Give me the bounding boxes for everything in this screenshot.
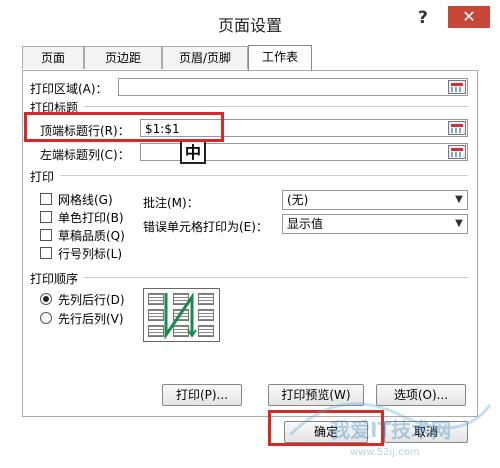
ime-indicator: 中 (180, 140, 206, 164)
print-titles-heading: 打印标题 (30, 101, 79, 115)
cell-errors-select[interactable]: 显示值 ▼ (282, 214, 468, 234)
ok-button[interactable]: 确定 (284, 421, 368, 443)
cell-errors-value: 显示值 (287, 217, 324, 231)
print-preview-button[interactable]: 打印预览(W) (268, 384, 364, 406)
tab-sheet[interactable]: 工作表 (248, 45, 312, 70)
monochrome-checkbox[interactable] (40, 211, 52, 223)
print-heading: 打印 (30, 170, 55, 184)
over-then-down-label: 先行后列(V) (58, 312, 124, 326)
draft-quality-checkbox[interactable] (40, 229, 52, 241)
print-area-picker-icon[interactable] (448, 80, 466, 94)
page-order-preview-icon (143, 288, 220, 342)
down-then-over-radio[interactable] (40, 293, 52, 305)
tab-page[interactable]: 页面 (22, 46, 84, 69)
left-cols-label: 左端标题列(C)： (40, 148, 130, 162)
divider (84, 106, 468, 107)
row-col-headings-checkbox[interactable] (40, 247, 52, 259)
draft-quality-label: 草稿品质(Q) (58, 229, 125, 243)
left-cols-picker-icon[interactable] (448, 145, 466, 159)
close-button[interactable]: ✕ (448, 6, 490, 28)
comments-label: 批注(M)： (143, 196, 199, 210)
comments-select[interactable]: (无) ▼ (282, 190, 468, 210)
monochrome-label: 单色打印(B) (58, 211, 124, 225)
page-setup-dialog: 页面设置 ? ✕ 页面 页边距 页眉/页脚 工作表 打印区域(A)： 打印标题 … (0, 0, 500, 466)
row-col-headings-label: 行号列标(L) (58, 247, 123, 261)
top-rows-label: 顶端标题行(R)： (40, 124, 130, 138)
down-then-over-label: 先列后行(D) (58, 293, 125, 307)
arrow-path-icon (164, 292, 197, 340)
cancel-button[interactable]: 取消 (384, 421, 468, 443)
divider (84, 277, 468, 278)
print-area-input[interactable] (118, 78, 468, 96)
chevron-down-icon: ▼ (455, 194, 463, 205)
print-area-label: 打印区域(A)： (30, 82, 108, 96)
print-button[interactable]: 打印(P)... (162, 384, 242, 406)
over-then-down-radio[interactable] (40, 312, 52, 324)
options-button[interactable]: 选项(O)... (376, 384, 466, 406)
svg-text:www.52ij.com: www.52ij.com (350, 447, 420, 458)
chevron-down-icon: ▼ (455, 218, 463, 229)
comments-value: (无) (287, 193, 309, 207)
tab-header-footer[interactable]: 页眉/页脚 (162, 46, 248, 69)
title-bar: 页面设置 ? ✕ (0, 0, 500, 40)
help-button[interactable]: ? (418, 8, 428, 28)
top-rows-picker-icon[interactable] (448, 121, 466, 135)
tab-margins[interactable]: 页边距 (84, 46, 162, 69)
divider (60, 175, 468, 176)
cell-errors-label: 错误单元格打印为(E)： (143, 220, 268, 234)
page-order-heading: 打印顺序 (30, 272, 79, 286)
gridlines-label: 网格线(G) (58, 193, 113, 207)
gridlines-checkbox[interactable] (40, 193, 52, 205)
top-rows-input[interactable]: $1:$1 (140, 119, 468, 137)
